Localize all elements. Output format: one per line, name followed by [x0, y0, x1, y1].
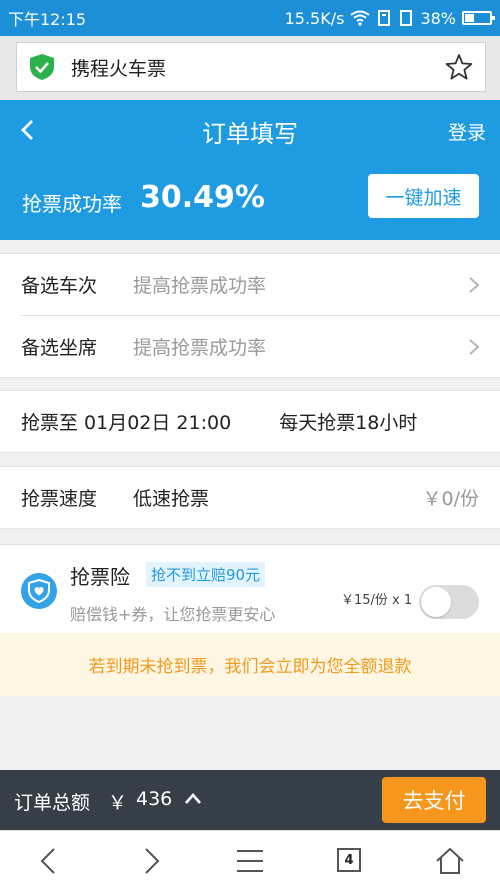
- currency-symbol: ￥: [108, 792, 128, 814]
- wifi-icon: [350, 10, 371, 26]
- insurance-toggle[interactable]: [419, 585, 479, 619]
- speed-value: 低速抢票: [133, 488, 210, 510]
- alt-seat-label: 备选坐席: [21, 337, 98, 359]
- alt-seat-hint: 提高抢票成功率: [133, 337, 267, 359]
- total-label: 订单总额: [14, 792, 91, 814]
- payment-bar: 订单总额 ￥ 436 去支付: [0, 770, 500, 830]
- grab-time-card: 抢票至 01月02日 21:00 每天抢票18小时: [0, 390, 500, 453]
- refund-notice: 若到期未抢到票，我们会立即为您全额退款: [0, 633, 500, 696]
- battery-icon: [462, 11, 495, 25]
- options-card: 备选车次 提高抢票成功率 备选坐席 提高抢票成功率: [0, 253, 500, 378]
- browser-address-area: 携程火车票: [0, 36, 500, 100]
- forward-icon[interactable]: [134, 845, 166, 877]
- total-amount: 436: [136, 788, 173, 810]
- alt-train-row[interactable]: 备选车次 提高抢票成功率: [0, 254, 500, 315]
- status-bar: 下午12:15 15.5K/s 38%: [0, 0, 500, 36]
- browser-nav-bar: [0, 830, 500, 889]
- grab-time-row: 抢票至 01月02日 21:00 每天抢票18小时: [0, 391, 500, 452]
- insurance-price: ￥15/份 x 1: [341, 593, 413, 608]
- back-icon[interactable]: [34, 845, 66, 877]
- success-rate-label: 抢票成功率: [22, 192, 122, 216]
- insurance-tag: 抢不到立赔90元: [146, 562, 266, 587]
- speed-card: 抢票速度 低速抢票 ￥0/份: [0, 466, 500, 529]
- chevron-right-icon: [469, 339, 480, 355]
- chevron-up-icon[interactable]: [184, 790, 202, 808]
- insurance-title: 抢票险: [70, 565, 130, 589]
- insurance-desc: 赔偿钱+券，让您抢票更安心: [70, 605, 276, 624]
- alt-train-label: 备选车次: [21, 275, 98, 297]
- signal-icon-2: [400, 10, 413, 26]
- menu-icon[interactable]: [234, 845, 266, 877]
- insurance-shield-icon: [21, 573, 57, 609]
- toggle-knob: [421, 587, 451, 617]
- grab-hours: 每天抢票18小时: [279, 412, 418, 434]
- chevron-right-icon: [469, 277, 480, 293]
- alt-seat-row[interactable]: 备选坐席 提高抢票成功率: [0, 316, 500, 377]
- bookmark-star-icon[interactable]: [445, 53, 473, 81]
- signal-icon: [378, 10, 391, 26]
- home-icon[interactable]: [434, 845, 466, 877]
- status-time: 下午12:15: [8, 10, 87, 29]
- network-speed: 15.5K/s: [284, 8, 345, 28]
- speed-price: ￥0/份: [422, 488, 480, 510]
- grab-until: 抢票至 01月02日 21:00: [21, 412, 232, 434]
- page-title: 携程火车票: [71, 57, 167, 80]
- secure-shield-icon: [30, 54, 54, 80]
- pay-button[interactable]: 去支付: [382, 777, 486, 823]
- speed-label: 抢票速度: [21, 488, 98, 510]
- address-bar[interactable]: 携程火车票: [16, 42, 486, 92]
- order-header: 订单填写 登录 抢票成功率 30.49% 一键加速: [0, 100, 500, 240]
- header-title: 订单填写: [202, 120, 298, 148]
- battery-percent: 38%: [420, 8, 456, 28]
- success-rate-value: 30.49%: [140, 180, 265, 215]
- speed-row[interactable]: 抢票速度 低速抢票 ￥0/份: [0, 467, 500, 528]
- tabs-count-icon[interactable]: 4: [337, 848, 361, 872]
- alt-train-hint: 提高抢票成功率: [133, 275, 267, 297]
- insurance-row: 抢票险 抢不到立赔90元 赔偿钱+券，让您抢票更安心 ￥15/份 x 1: [0, 544, 500, 633]
- speed-up-button[interactable]: 一键加速: [368, 174, 479, 218]
- login-link[interactable]: 登录: [448, 118, 486, 145]
